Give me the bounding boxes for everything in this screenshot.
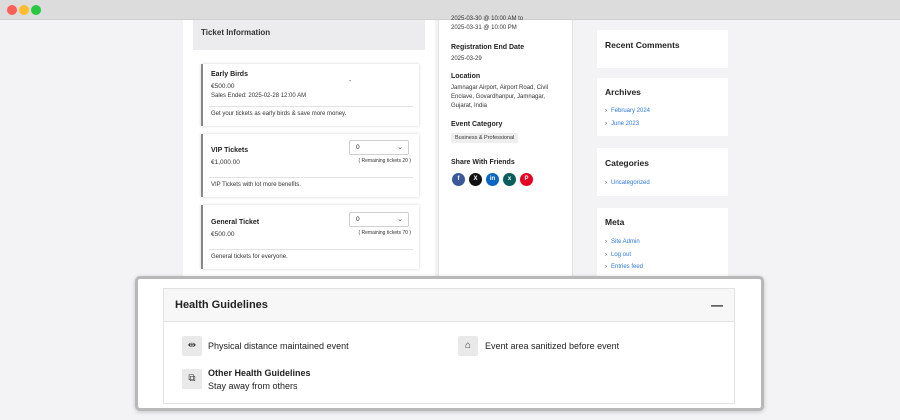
chevron-right-icon: › — [605, 121, 607, 127]
widget-categories: Categories › Uncategorized — [597, 148, 728, 196]
chevron-right-icon: › — [605, 239, 607, 245]
other-guidelines-title: Other Health Guidelines — [208, 368, 311, 378]
chevron-right-icon: › — [605, 108, 607, 114]
widget-archives: Archives › February 2024 › June 2023 — [597, 78, 728, 136]
event-date-line-2: 2025-03-31 @ 10:00 PM — [451, 25, 517, 31]
ticket-description: Get your tickets as early birds & save m… — [211, 111, 347, 117]
ticket-description: General tickets for everyone. — [211, 254, 288, 260]
ticket-price: €500.00 — [211, 83, 235, 90]
ticket-divider — [209, 177, 413, 178]
event-details: 2025-03-30 @ 10:00 AM to 2025-03-31 @ 10… — [438, 16, 573, 280]
ticket-divider — [209, 249, 413, 250]
registration-end-value: 2025-03-29 — [451, 56, 482, 62]
chevron-right-icon: › — [605, 180, 607, 186]
other-guidelines-icon: ⧉ — [182, 369, 202, 389]
ticket-description: VIP Tickets with lot more benefits. — [211, 182, 301, 188]
chevron-right-icon: › — [605, 264, 607, 270]
ticket-name: Early Birds — [211, 71, 248, 78]
ticket-quantity-select[interactable]: 0 ⌄ — [349, 140, 409, 155]
event-category-badge[interactable]: Business & Professional — [451, 133, 519, 143]
facebook-icon[interactable]: f — [452, 173, 465, 186]
widget-meta: Meta › Site Admin › Log out › Entries feed — [597, 208, 728, 278]
event-date-line-1: 2025-03-30 @ 10:00 AM to — [451, 16, 524, 22]
ticket-remaining: ( Remaining tickets 20 ) — [358, 158, 411, 164]
event-category-label: Event Category — [451, 121, 503, 128]
chevron-down-icon: ⌄ — [397, 216, 403, 223]
ticket-quantity-value: 0 — [356, 144, 360, 151]
linkedin-icon[interactable]: in — [486, 173, 499, 186]
maximize-window-button[interactable] — [31, 5, 41, 15]
ticket-price: €1,000.00 — [211, 159, 240, 166]
registration-end-label: Registration End Date — [451, 44, 525, 51]
widget-title: Meta — [605, 217, 625, 227]
location-line-3: Gujarat, India — [451, 103, 488, 109]
ticket-header-title: Ticket Information — [201, 28, 271, 37]
ticket-section: Ticket Information Early Birds - €500.00… — [183, 20, 435, 280]
xing-icon[interactable]: x — [503, 173, 516, 186]
x-icon[interactable]: X — [469, 173, 482, 186]
ticket-card-general: General Ticket €500.00 0 ⌄ ( Remaining t… — [201, 205, 419, 269]
health-guidelines-title: Health Guidelines — [175, 299, 268, 311]
ticket-card-early-birds: Early Birds - €500.00 Sales Ended: 2025-… — [201, 64, 419, 126]
archive-link[interactable]: › June 2023 — [605, 121, 639, 127]
share-label: Share With Friends — [451, 159, 515, 166]
health-guidelines-highlight: Health Guidelines — ⇹ Physical distance … — [135, 276, 764, 411]
chevron-right-icon: › — [605, 252, 607, 258]
widget-title: Recent Comments — [605, 40, 680, 50]
widget-title: Archives — [605, 87, 641, 97]
minimize-window-button[interactable] — [19, 5, 29, 15]
ticket-quantity-select[interactable]: 0 ⌄ — [349, 212, 409, 227]
health-guidelines-header[interactable]: Health Guidelines — — [164, 289, 734, 322]
ticket-header: Ticket Information — [193, 20, 425, 50]
close-window-button[interactable] — [7, 5, 17, 15]
pinterest-icon[interactable]: P — [520, 173, 533, 186]
collapse-icon[interactable]: — — [711, 298, 723, 312]
sanitized-home-icon: ⌂ — [458, 336, 478, 356]
widget-title: Categories — [605, 158, 649, 168]
health-guidelines-panel: Health Guidelines — ⇹ Physical distance … — [163, 288, 735, 404]
ticket-name: General Ticket — [211, 219, 260, 226]
ticket-remaining: ( Remaining tickets 70 ) — [358, 230, 411, 236]
ticket-qty-unavailable: - — [349, 78, 352, 85]
guideline-area-sanitized: Event area sanitized before event — [485, 341, 620, 351]
guideline-physical-distance: Physical distance maintained event — [208, 341, 349, 351]
window-titlebar — [0, 0, 900, 20]
location-line-1: Jamnagar Airport, Airport Road, Civil — [451, 85, 549, 91]
location-line-2: Enclave, Govardhanpur, Jamnagar, — [451, 94, 546, 100]
ticket-price: €500.00 — [211, 231, 235, 238]
location-label: Location — [451, 73, 481, 80]
ticket-quantity-value: 0 — [356, 216, 360, 223]
meta-link-log-out[interactable]: › Log out — [605, 252, 631, 258]
social-distance-icon: ⇹ — [182, 336, 202, 356]
ticket-sales-ended: Sales Ended: 2025-02-28 12:00 AM — [211, 93, 307, 99]
widget-recent-comments: Recent Comments — [597, 30, 728, 68]
meta-link-site-admin[interactable]: › Site Admin — [605, 239, 640, 245]
meta-link-entries-feed[interactable]: › Entries feed — [605, 264, 643, 270]
chevron-down-icon: ⌄ — [397, 144, 403, 151]
ticket-name: VIP Tickets — [211, 147, 249, 154]
category-link[interactable]: › Uncategorized — [605, 180, 650, 186]
other-guidelines-text: Stay away from others — [208, 381, 298, 391]
ticket-divider — [209, 106, 413, 107]
ticket-card-vip: VIP Tickets €1,000.00 0 ⌄ ( Remaining ti… — [201, 134, 419, 197]
archive-link[interactable]: › February 2024 — [605, 108, 650, 114]
